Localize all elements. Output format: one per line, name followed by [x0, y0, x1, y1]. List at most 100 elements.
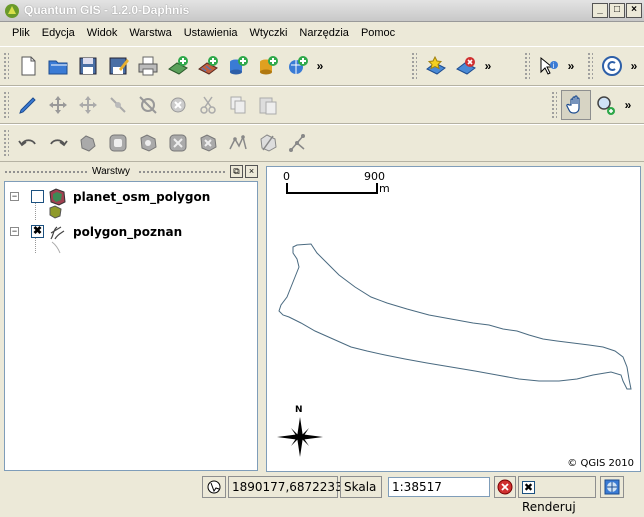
new-vector-layer-icon — [426, 55, 446, 75]
layers-tree: − planet_osm_polygon − ✖ polygon_poznan — [4, 181, 258, 471]
tree-connector — [35, 237, 36, 253]
layer-visibility-checkbox[interactable] — [31, 190, 44, 203]
layer-expander[interactable]: − — [10, 227, 19, 236]
menu-edycja[interactable]: Edycja — [36, 27, 81, 39]
add-vector-layer-icon — [168, 56, 188, 75]
delete-ring-button[interactable] — [163, 128, 193, 158]
cut-features-button[interactable] — [193, 90, 223, 120]
pan-map-button[interactable] — [561, 90, 591, 120]
menu-pomoc[interactable]: Pomoc — [355, 27, 401, 39]
add-raster-layer-icon — [198, 56, 218, 75]
navigation-toolbar: » — [548, 87, 635, 123]
menu-plik[interactable]: Plik — [6, 27, 36, 39]
add-vector-layer-button[interactable] — [163, 51, 193, 81]
delete-part-icon — [200, 134, 217, 152]
reshape-features-button[interactable] — [223, 128, 253, 158]
toolbar-grip[interactable] — [551, 91, 557, 119]
move-feature-icon — [79, 96, 97, 114]
scissors-icon — [200, 96, 216, 114]
menu-ustawienia[interactable]: Ustawienia — [178, 27, 244, 39]
delete-vertex-button[interactable] — [133, 90, 163, 120]
layer-visibility-checkbox[interactable]: ✖ — [31, 225, 44, 238]
undo-button[interactable] — [13, 128, 43, 158]
svg-text:i: i — [553, 62, 555, 70]
whats-this-button[interactable]: i — [534, 51, 564, 81]
coordinate-toggle-button[interactable] — [202, 476, 226, 498]
printer-icon — [138, 56, 158, 76]
panel-splitter[interactable] — [261, 163, 264, 473]
toolbar-grip[interactable] — [524, 52, 530, 80]
redo-button[interactable] — [43, 128, 73, 158]
scale-label: Skala — [340, 476, 382, 498]
copy-icon — [230, 96, 246, 114]
add-spatialite-layer-icon — [260, 56, 278, 75]
node-tool-icon — [110, 97, 126, 113]
delete-selected-button[interactable] — [163, 90, 193, 120]
scale-bar — [286, 183, 378, 194]
pencil-icon — [19, 97, 36, 114]
stop-render-button[interactable] — [494, 476, 516, 498]
line-layer-icon — [50, 226, 65, 240]
zoom-in-button[interactable] — [591, 90, 621, 120]
panel-float-button[interactable]: ⧉ — [230, 165, 243, 178]
copy-features-button[interactable] — [223, 90, 253, 120]
toolbar-overflow-button[interactable]: » — [621, 98, 635, 112]
maximize-button[interactable]: □ — [609, 3, 625, 18]
merge-features-button[interactable] — [283, 128, 313, 158]
toolbar-grip[interactable] — [411, 52, 417, 80]
minimize-button[interactable]: _ — [592, 3, 608, 18]
toolbar-grip[interactable] — [587, 52, 593, 80]
add-postgis-layer-icon — [230, 56, 248, 75]
move-feature-button[interactable] — [73, 90, 103, 120]
print-button[interactable] — [133, 51, 163, 81]
capture-point-button[interactable] — [43, 90, 73, 120]
copyright-label: © QGIS 2010 — [567, 458, 634, 469]
panel-close-button[interactable]: × — [245, 165, 258, 178]
layer-row-planet-osm-polygon[interactable]: − planet_osm_polygon — [5, 187, 255, 220]
render-toggle[interactable]: ✖ Renderuj — [518, 476, 596, 514]
toolbar-grip[interactable] — [3, 91, 9, 119]
paste-features-button[interactable] — [253, 90, 283, 120]
add-wms-layer-button[interactable] — [283, 51, 313, 81]
toggle-editing-button[interactable] — [13, 90, 43, 120]
copyright-label-button[interactable] — [597, 51, 627, 81]
menu-warstwa[interactable]: Warstwa — [123, 27, 177, 39]
split-features-button[interactable] — [253, 128, 283, 158]
menu-wtyczki[interactable]: Wtyczki — [244, 27, 294, 39]
add-island-button[interactable] — [133, 128, 163, 158]
add-spatialite-layer-button[interactable] — [253, 51, 283, 81]
toolbar-overflow-button[interactable]: » — [627, 59, 641, 73]
save-as-button[interactable] — [103, 51, 133, 81]
toolbar-overflow-button[interactable]: » — [313, 59, 327, 73]
projection-status-button[interactable] — [600, 476, 624, 498]
render-checkbox[interactable]: ✖ — [522, 481, 535, 494]
scale-input[interactable]: 1:38517 — [388, 477, 490, 497]
close-button[interactable]: × — [626, 3, 642, 18]
add-ring-button[interactable] — [103, 128, 133, 158]
node-tool-button[interactable] — [103, 90, 133, 120]
panel-grip[interactable] — [4, 170, 88, 175]
new-document-icon — [21, 56, 36, 76]
map-canvas[interactable]: 0 900 m N © QGIS 2010 — [266, 166, 641, 472]
remove-layer-button[interactable] — [451, 51, 481, 81]
copyright-icon — [602, 56, 622, 76]
layer-row-polygon-poznan[interactable]: − ✖ polygon_poznan — [5, 222, 255, 253]
file-toolbar: » — [0, 47, 327, 85]
simplify-feature-button[interactable] — [73, 128, 103, 158]
new-project-button[interactable] — [13, 51, 43, 81]
toolbar-grip[interactable] — [3, 52, 9, 80]
toolbar-grip[interactable] — [3, 129, 9, 157]
toolbar-overflow-button[interactable]: » — [481, 59, 495, 73]
new-vector-layer-button[interactable] — [421, 51, 451, 81]
menu-widok[interactable]: Widok — [81, 27, 124, 39]
add-postgis-layer-button[interactable] — [223, 51, 253, 81]
delete-part-button[interactable] — [193, 128, 223, 158]
toolbar-overflow-button[interactable]: » — [564, 59, 578, 73]
panel-grip[interactable] — [138, 170, 226, 175]
open-project-button[interactable] — [43, 51, 73, 81]
add-raster-layer-button[interactable] — [193, 51, 223, 81]
layer-symbol-icon — [51, 241, 61, 254]
layer-expander[interactable]: − — [10, 192, 19, 201]
save-project-button[interactable] — [73, 51, 103, 81]
menu-narzedzia[interactable]: Narzędzia — [293, 27, 355, 39]
